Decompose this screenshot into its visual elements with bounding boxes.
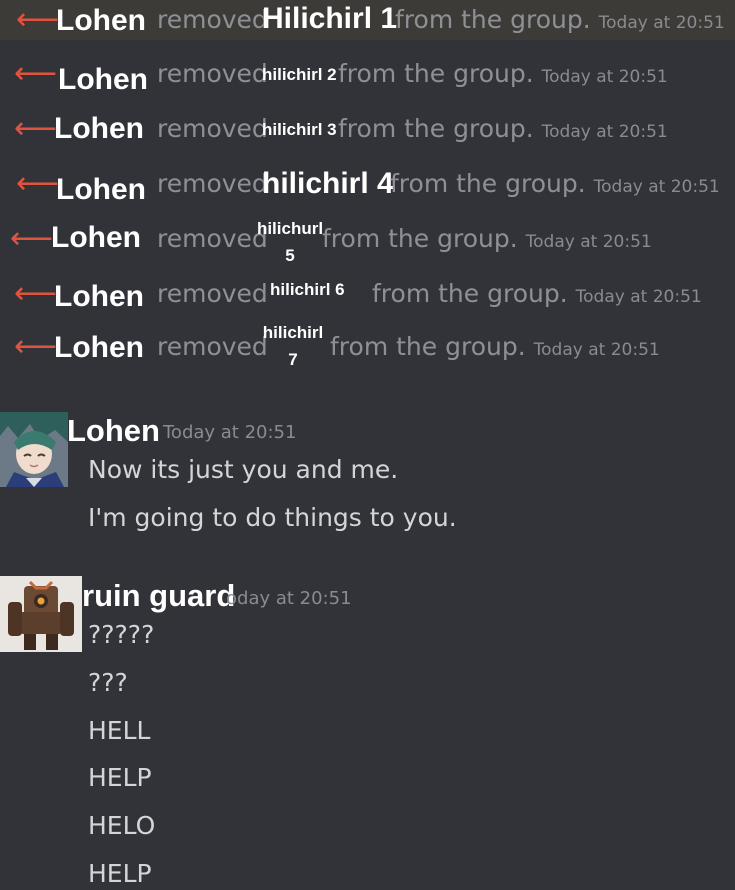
timestamp: Today at 20:51 bbox=[575, 287, 702, 307]
leave-arrow-icon: ⟵ bbox=[16, 2, 60, 37]
actor-name[interactable]: Lohen bbox=[54, 280, 144, 314]
message-line: ????? bbox=[88, 620, 155, 649]
removed-user[interactable]: hilichirl 2 bbox=[262, 65, 337, 85]
removed-user-line-1: hilichurl bbox=[256, 219, 324, 238]
verb: removed bbox=[157, 332, 268, 361]
removed-user[interactable]: hilichirl 6 bbox=[270, 280, 345, 300]
verb: removed bbox=[157, 169, 268, 198]
message-line: I'm going to do things to you. bbox=[88, 503, 457, 532]
actor-name[interactable]: Lohen bbox=[51, 221, 141, 255]
system-message: ⟵ Lohen removed hilichirl 4 from the gro… bbox=[0, 165, 735, 213]
author-name[interactable]: ruin guard bbox=[82, 579, 235, 613]
suffix-text: from the group. Today at 20:51 bbox=[390, 169, 720, 198]
message-line: HELP bbox=[88, 859, 152, 888]
removed-user-line-1: hilichirl bbox=[262, 323, 324, 342]
timestamp: Today at 20:51 bbox=[533, 340, 660, 360]
removed-user[interactable]: hilichirl 7 bbox=[259, 319, 327, 373]
timestamp: Today at 20:51 bbox=[541, 122, 668, 142]
suffix-text: from the group. Today at 20:51 bbox=[330, 332, 660, 361]
removed-user-line-2: 7 bbox=[288, 350, 298, 369]
system-message: ⟵ Lohen removed hilichirl 7 from the gro… bbox=[0, 318, 735, 380]
removed-user[interactable]: hilichurl 5 bbox=[254, 215, 326, 269]
timestamp: Today at 20:51 bbox=[525, 232, 652, 252]
message-line: ??? bbox=[88, 668, 128, 697]
verb: removed bbox=[157, 5, 268, 34]
leave-arrow-icon: ⟵ bbox=[14, 56, 58, 91]
lohen-avatar-image bbox=[0, 412, 68, 487]
verb: removed bbox=[157, 279, 268, 308]
suffix-text: from the group. Today at 20:51 bbox=[395, 5, 725, 34]
removed-user[interactable]: hilichirl 4 bbox=[262, 167, 394, 201]
system-message: ⟵ Lohen removed hilichirl 2 from the gro… bbox=[0, 55, 735, 103]
verb: removed bbox=[157, 59, 268, 88]
removed-user[interactable]: Hilichirl 1 bbox=[262, 2, 397, 36]
suffix-text: from the group. Today at 20:51 bbox=[338, 114, 668, 143]
actor-name[interactable]: Lohen bbox=[56, 4, 146, 38]
leave-arrow-icon: ⟵ bbox=[10, 221, 54, 256]
timestamp: Today at 20:51 bbox=[163, 422, 297, 443]
system-message: ⟵ Lohen removed hilichirl 6 from the gro… bbox=[0, 276, 735, 324]
system-message: ⟵ Lohen removed hilichirl 3 from the gro… bbox=[0, 110, 735, 158]
suffix-text: from the group. Today at 20:51 bbox=[322, 224, 652, 253]
system-message: ⟵ Lohen removed Hilichirl 1 from the gro… bbox=[0, 0, 735, 48]
ruin-guard-avatar-image bbox=[0, 576, 82, 652]
verb: removed bbox=[157, 114, 268, 143]
timestamp: Today at 20:51 bbox=[598, 13, 725, 33]
actor-name[interactable]: Lohen bbox=[54, 331, 144, 365]
message-line: HELP bbox=[88, 763, 152, 792]
timestamp: oday at 20:51 bbox=[226, 588, 352, 609]
removed-user[interactable]: hilichirl 3 bbox=[262, 120, 337, 140]
message-line: HELO bbox=[88, 811, 156, 840]
message-line: HELL bbox=[88, 716, 151, 745]
actor-name[interactable]: Lohen bbox=[56, 173, 146, 207]
leave-arrow-icon: ⟵ bbox=[14, 276, 58, 311]
removed-user-line-2: 5 bbox=[285, 246, 295, 265]
leave-arrow-icon: ⟵ bbox=[16, 166, 60, 201]
avatar[interactable] bbox=[0, 576, 82, 652]
system-message: ⟵ Lohen removed hilichurl 5 from the gro… bbox=[0, 215, 735, 275]
suffix-text: from the group. Today at 20:51 bbox=[338, 59, 668, 88]
suffix-text: from the group. Today at 20:51 bbox=[372, 279, 702, 308]
author-name[interactable]: Lohen bbox=[67, 414, 160, 448]
timestamp: Today at 20:51 bbox=[593, 177, 720, 197]
leave-arrow-icon: ⟵ bbox=[14, 329, 58, 364]
actor-name[interactable]: Lohen bbox=[58, 63, 148, 97]
leave-arrow-icon: ⟵ bbox=[14, 111, 58, 146]
verb: removed bbox=[157, 224, 268, 253]
avatar[interactable] bbox=[0, 412, 68, 487]
actor-name[interactable]: Lohen bbox=[54, 112, 144, 146]
message-line: Now its just you and me. bbox=[88, 455, 399, 484]
timestamp: Today at 20:51 bbox=[541, 67, 668, 87]
